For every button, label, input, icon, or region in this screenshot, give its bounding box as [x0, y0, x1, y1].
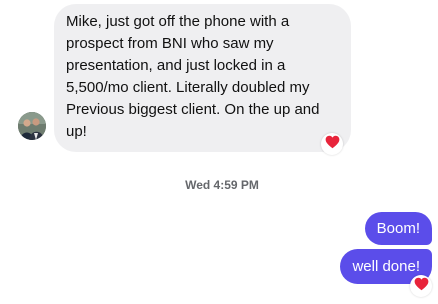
heart-reaction[interactable]	[410, 275, 432, 297]
outgoing-message-bubble[interactable]: Boom!	[364, 212, 432, 245]
heart-icon	[414, 277, 429, 296]
heart-icon	[325, 135, 340, 154]
avatar-photo	[18, 112, 46, 140]
avatar[interactable]	[18, 112, 46, 140]
outgoing-message-text: well done!	[352, 257, 420, 275]
outgoing-message-text: Boom!	[376, 219, 420, 237]
heart-reaction[interactable]	[321, 133, 343, 155]
conversation-view: Mike, just got off the phone with a pros…	[0, 0, 438, 304]
message-timestamp: Wed 4:59 PM	[185, 178, 259, 192]
incoming-message-text: Mike, just got off the phone with a pros…	[66, 13, 320, 140]
incoming-message-bubble[interactable]: Mike, just got off the phone with a pros…	[54, 4, 351, 152]
